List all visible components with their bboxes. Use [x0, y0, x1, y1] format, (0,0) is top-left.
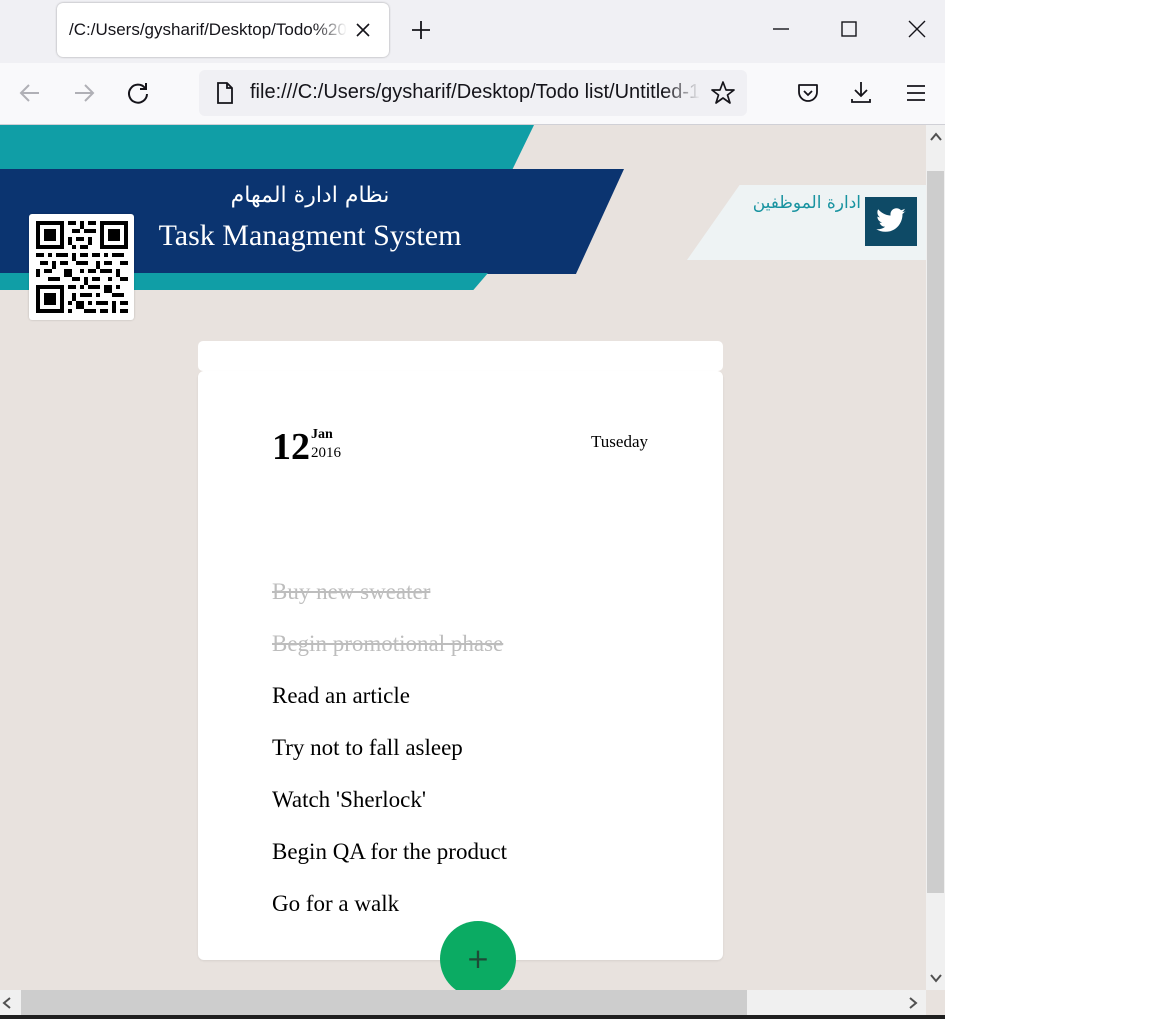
- date-day: 12: [272, 426, 310, 468]
- browser-window: /C:/Users/gysharif/Desktop/Todo%20list/U…: [0, 0, 945, 1019]
- navigation-toolbar: file:///C:/Users/gysharif/Desktop/Todo l…: [0, 63, 945, 125]
- page-icon: [217, 82, 233, 104]
- date-month: Jan: [311, 427, 333, 442]
- menu-icon[interactable]: [903, 80, 929, 106]
- qr-code-icon: [36, 221, 128, 313]
- pocket-icon[interactable]: [795, 80, 821, 106]
- download-icon[interactable]: [848, 79, 874, 105]
- task-item[interactable]: Begin promotional phase: [272, 630, 507, 682]
- qr-code: [29, 214, 134, 320]
- task-item[interactable]: Buy new sweater: [272, 578, 507, 630]
- task-item[interactable]: Try not to fall asleep: [272, 734, 507, 786]
- minimize-icon[interactable]: [770, 18, 792, 40]
- tab-title: /C:/Users/gysharif/Desktop/Todo%20list/U…: [69, 20, 347, 39]
- reload-icon[interactable]: [125, 80, 151, 106]
- tab-strip: /C:/Users/gysharif/Desktop/Todo%20list/U…: [0, 0, 945, 63]
- add-task-button[interactable]: +: [440, 921, 516, 990]
- twitter-button[interactable]: [865, 197, 917, 246]
- new-tab-icon[interactable]: [409, 18, 433, 42]
- close-window-icon[interactable]: [906, 18, 928, 40]
- header-teal-band: [0, 125, 534, 169]
- url-text: file:///C:/Users/gysharif/Desktop/Todo l…: [250, 81, 700, 103]
- forward-arrow-icon[interactable]: [71, 80, 97, 106]
- vertical-scroll-thumb[interactable]: [927, 171, 944, 893]
- task-item[interactable]: Watch 'Sherlock': [272, 786, 507, 838]
- date-year: 2016: [311, 445, 341, 461]
- weekday: Tuseday: [591, 432, 648, 451]
- scroll-right-icon[interactable]: [906, 996, 920, 1010]
- horizontal-scroll-thumb[interactable]: [21, 990, 747, 1016]
- maximize-icon[interactable]: [838, 18, 860, 40]
- twitter-bird-icon: [876, 208, 906, 232]
- task-item[interactable]: Begin QA for the product: [272, 838, 507, 890]
- site-title-english: Task Managment System: [158, 219, 462, 252]
- scroll-up-icon[interactable]: [929, 130, 943, 144]
- browser-tab[interactable]: /C:/Users/gysharif/Desktop/Todo%20list/U…: [57, 3, 389, 57]
- window-bottom-edge: [0, 1015, 945, 1019]
- vertical-scrollbar[interactable]: [926, 125, 945, 990]
- page-viewport: نظام ادارة المهام Task Managment System …: [0, 125, 926, 990]
- bookmark-star-icon[interactable]: [710, 80, 736, 106]
- address-bar[interactable]: file:///C:/Users/gysharif/Desktop/Todo l…: [199, 70, 747, 116]
- todo-card: 12 Jan 2016 Tuseday Buy new sweater Begi…: [198, 371, 723, 960]
- back-arrow-icon[interactable]: [17, 80, 43, 106]
- horizontal-scrollbar[interactable]: [0, 990, 926, 1016]
- task-item[interactable]: Read an article: [272, 682, 507, 734]
- scroll-left-icon[interactable]: [0, 996, 14, 1010]
- employee-management-link[interactable]: ادارة الموظفين: [735, 193, 861, 213]
- site-title-arabic: نظام ادارة المهام: [230, 183, 390, 208]
- scroll-down-icon[interactable]: [929, 971, 943, 985]
- task-list: Buy new sweater Begin promotional phase …: [272, 578, 507, 942]
- close-tab-icon[interactable]: [353, 20, 373, 40]
- card-top-strip: [198, 341, 723, 371]
